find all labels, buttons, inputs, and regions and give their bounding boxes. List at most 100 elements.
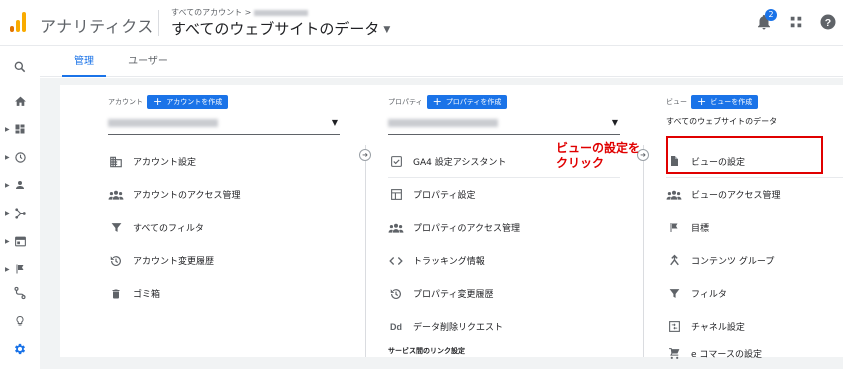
goals-item[interactable]: 目標 — [666, 211, 843, 244]
top-bar: アナリティクス すべてのアカウント > すべてのウェブサイトのデータ ▼ 2 ? — [0, 0, 843, 46]
filter-icon — [666, 286, 682, 302]
account-change-history-item[interactable]: アカウント変更履歴 — [108, 244, 340, 277]
apps-grid-icon[interactable] — [787, 13, 805, 31]
code-icon — [388, 253, 404, 269]
home-icon[interactable] — [0, 90, 40, 112]
customization-dashboard-icon[interactable]: ▶ — [0, 118, 40, 140]
analytics-logo-icon[interactable] — [10, 12, 26, 32]
notifications-bell-icon[interactable]: 2 — [755, 9, 777, 31]
annotation-line-2: クリック — [556, 156, 605, 170]
menu-label: コンテンツ グループ — [691, 257, 775, 267]
tutorial-annotation: ビューの設定を クリック — [556, 141, 640, 171]
create-property-label: プロパティを作成 — [445, 98, 502, 106]
expand-arrow-icon: ▶ — [5, 209, 10, 217]
expand-arrow-icon: ▶ — [5, 125, 10, 133]
account-column-header: アカウント + アカウントを作成 — [108, 95, 229, 109]
acquisition-icon[interactable]: ▶ — [0, 202, 40, 224]
data-deletion-request-item[interactable]: Dd データ削除リクエスト — [388, 310, 620, 343]
ecommerce-settings-item[interactable]: e コマースの設定 — [666, 343, 843, 363]
channel-icon — [666, 319, 682, 335]
all-filters-item[interactable]: すべてのフィルタ — [108, 211, 340, 244]
realtime-clock-icon[interactable]: ▶ — [0, 146, 40, 168]
expand-arrow-icon: ▶ — [5, 181, 10, 189]
property-column: プロパティ +プロパティを作成 ▼ GA4 設定アシスタント プロパティ設定 — [388, 85, 620, 357]
property-selector[interactable]: ▼ — [388, 115, 620, 135]
property-view-selector[interactable]: すべてのウェブサイトのデータ ▼ — [171, 18, 390, 39]
expand-arrow-icon: ▶ — [5, 153, 10, 161]
audience-person-icon[interactable]: ▶ — [0, 174, 40, 196]
create-account-label: アカウントを作成 — [166, 98, 223, 106]
attribution-icon[interactable] — [0, 282, 40, 304]
plus-icon: + — [432, 95, 442, 108]
plus-icon: + — [153, 95, 163, 108]
menu-label: アカウントのアクセス管理 — [133, 191, 241, 201]
admin-content: アカウント +アカウントを作成 ▼ アカウント設定 アカウントのアクセス管理 — [40, 78, 843, 369]
checkbox-icon — [388, 153, 404, 169]
trash-icon — [108, 286, 124, 302]
menu-label: トラッキング情報 — [413, 257, 485, 267]
create-view-button[interactable]: + ビューを作成 — [691, 95, 759, 109]
tab-admin[interactable]: 管理 — [62, 47, 106, 77]
account-column: アカウント +アカウントを作成 ▼ アカウント設定 アカウントのアクセス管理 — [108, 85, 340, 357]
menu-label: データ削除リクエスト — [413, 323, 504, 333]
discover-lightbulb-icon[interactable] — [0, 310, 40, 332]
admin-tabs: 管理 ユーザー — [40, 47, 843, 77]
channel-settings-item[interactable]: チャネル設定 — [666, 310, 843, 343]
view-selector[interactable]: すべてのウェブサイトのデータ — [666, 116, 777, 127]
conversions-flag-icon[interactable]: ▶ — [0, 258, 40, 280]
search-icon[interactable] — [0, 56, 40, 78]
expand-arrow-icon: ▶ — [5, 265, 10, 273]
menu-label: フィルタ — [691, 290, 727, 300]
view-access-management-item[interactable]: ビューのアクセス管理 — [666, 178, 843, 211]
app-title: アナリティクス — [40, 17, 154, 36]
menu-label: アカウント変更履歴 — [133, 257, 215, 267]
view-filters-item[interactable]: フィルタ — [666, 277, 843, 310]
admin-panel: アカウント +アカウントを作成 ▼ アカウント設定 アカウントのアクセス管理 — [60, 85, 843, 360]
view-settings-item[interactable]: ビューの設定 — [666, 145, 843, 178]
menu-label: ゴミ箱 — [133, 290, 161, 300]
menu-label: 目標 — [691, 224, 710, 234]
tab-users[interactable]: ユーザー — [120, 47, 176, 77]
create-property-button[interactable]: + プロパティを作成 — [426, 95, 508, 109]
menu-label: ビューの設定 — [691, 157, 746, 168]
tracking-info-item[interactable]: トラッキング情報 — [388, 244, 620, 277]
menu-label: GA4 設定アシスタント — [413, 157, 507, 168]
trash-item[interactable]: ゴミ箱 — [108, 277, 340, 310]
property-change-history-item[interactable]: プロパティ変更履歴 — [388, 277, 620, 310]
behavior-icon[interactable]: ▶ — [0, 230, 40, 252]
property-access-management-item[interactable]: プロパティのアクセス管理 — [388, 211, 620, 244]
flag-icon — [666, 220, 682, 236]
menu-label: すべてのフィルタ — [133, 224, 204, 234]
menu-label: e コマースの設定 — [691, 349, 762, 360]
column-divider — [365, 145, 366, 357]
view-heading: ビュー — [666, 98, 687, 106]
account-selector[interactable]: ▼ — [108, 115, 340, 135]
account-access-management-item[interactable]: アカウントのアクセス管理 — [108, 178, 340, 211]
history-icon — [388, 286, 404, 302]
column-divider — [643, 145, 644, 357]
history-icon — [108, 253, 124, 269]
account-heading: アカウント — [108, 98, 143, 106]
create-account-button[interactable]: + アカウントを作成 — [147, 95, 229, 109]
building-icon — [108, 154, 124, 170]
help-icon[interactable]: ? — [819, 13, 837, 31]
admin-gear-icon[interactable] — [0, 338, 40, 360]
view-column: ビュー + ビューを作成 すべてのウェブサイトのデータ ビューの設定 ビューのアク… — [666, 85, 843, 360]
filter-icon — [108, 220, 124, 236]
view-column-header: ビュー + ビューを作成 — [666, 95, 759, 109]
breadcrumb-account-redacted — [254, 9, 309, 16]
content-grouping-item[interactable]: コンテンツ グループ — [666, 244, 843, 277]
header-divider — [158, 10, 159, 36]
header-actions: 2 ? — [755, 9, 837, 31]
account-settings-item[interactable]: アカウント設定 — [108, 145, 340, 178]
property-settings-item[interactable]: プロパティ設定 — [388, 178, 620, 211]
chevron-down-icon: ▼ — [331, 118, 338, 127]
menu-label: プロパティのアクセス管理 — [413, 224, 521, 234]
breadcrumb[interactable]: すべてのアカウント > — [171, 7, 309, 18]
menu-label: アカウント設定 — [133, 158, 197, 168]
left-nav: ▶ ▶ ▶ ▶ ▶ ▶ — [0, 47, 40, 369]
property-heading: プロパティ — [388, 98, 423, 106]
chevron-down-icon: ▼ — [611, 118, 618, 127]
plus-icon: + — [697, 95, 707, 108]
people-icon — [666, 187, 682, 203]
